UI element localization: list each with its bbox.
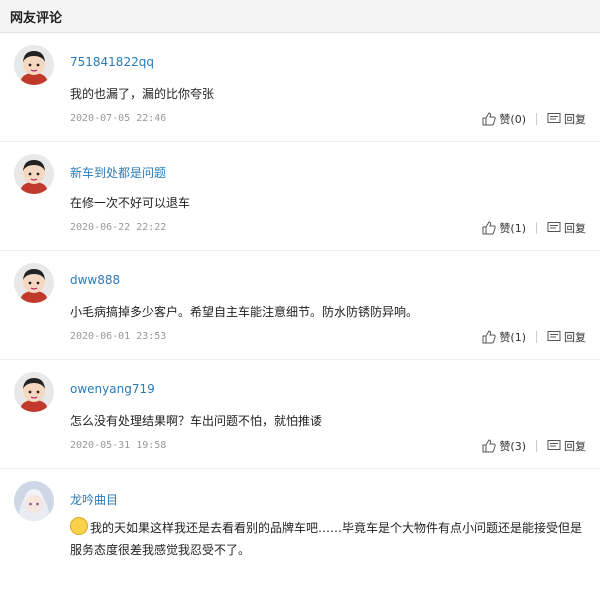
comment-icon — [547, 440, 561, 450]
reply-label: 回复 — [564, 222, 586, 235]
comment-item: 龙吟曲目 我的天如果这样我还是去看看别的品牌车吧……毕竟车是个大物件有点小问题还… — [0, 469, 600, 589]
comment-actions: 赞 (1) 回复 — [482, 329, 586, 345]
like-button[interactable]: 赞 (3) — [482, 438, 526, 454]
reply-button[interactable]: 回复 — [547, 220, 586, 236]
avatar[interactable] — [14, 154, 54, 194]
like-count: (0) — [510, 112, 526, 126]
like-label: 赞 — [499, 113, 511, 126]
avatar[interactable] — [14, 263, 54, 303]
comment-item: 新车到处都是问题 在修一次不好可以退车 2020-06-22 22:22 赞 (… — [0, 142, 600, 251]
comment-text: 我的也漏了，漏的比你夸张 — [70, 87, 215, 101]
cartoon-avatar-icon — [14, 372, 54, 412]
comment-actions: 赞 (0) 回复 — [482, 111, 586, 127]
username-link[interactable]: 751841822qq — [70, 55, 154, 69]
comment-text: 小毛病搞掉多少客户。希望自主车能注意细节。防水防锈防异响。 — [70, 305, 419, 319]
comment-text: 在修一次不好可以退车 — [70, 196, 191, 210]
comment-date: 2020-06-22 22:22 — [70, 222, 167, 233]
reply-label: 回复 — [564, 331, 586, 344]
comment-icon — [547, 113, 561, 123]
like-button[interactable]: 赞 (1) — [482, 329, 526, 345]
avatar[interactable] — [14, 481, 54, 521]
comment-date: 2020-05-31 19:58 — [70, 440, 167, 451]
reply-label: 回复 — [564, 440, 586, 453]
like-button[interactable]: 赞 (1) — [482, 220, 526, 236]
thumbs-up-icon — [482, 221, 497, 235]
username-link[interactable]: dww888 — [70, 273, 120, 287]
comment-icon — [547, 222, 561, 232]
comment-list: 751841822qq 我的也漏了，漏的比你夸张 2020-07-05 22:4… — [0, 33, 600, 589]
like-label: 赞 — [499, 222, 511, 235]
divider — [536, 331, 537, 343]
like-count: (1) — [510, 330, 526, 344]
comment-item: dww888 小毛病搞掉多少客户。希望自主车能注意细节。防水防锈防异响。 202… — [0, 251, 600, 360]
thumbs-up-icon — [482, 112, 497, 126]
cartoon-avatar-icon — [14, 263, 54, 303]
like-label: 赞 — [499, 440, 511, 453]
section-header: 网友评论 — [0, 0, 600, 33]
comment-date: 2020-07-05 22:46 — [70, 113, 167, 124]
reply-button[interactable]: 回复 — [547, 438, 586, 454]
like-label: 赞 — [499, 331, 511, 344]
comment-item: 751841822qq 我的也漏了，漏的比你夸张 2020-07-05 22:4… — [0, 33, 600, 142]
smiley-emoji-icon — [70, 517, 88, 535]
like-count: (1) — [510, 221, 526, 235]
reply-button[interactable]: 回复 — [547, 329, 586, 345]
comment-icon — [547, 331, 561, 341]
comment-text: 我的天如果这样我还是去看看别的品牌车吧……毕竟车是个大物件有点小问题还是能接受但… — [70, 521, 583, 557]
comment-body: 我的天如果这样我还是去看看别的品牌车吧……毕竟车是个大物件有点小问题还是能接受但… — [70, 517, 590, 561]
reply-label: 回复 — [564, 113, 586, 126]
cartoon-avatar-icon — [14, 45, 54, 85]
reply-button[interactable]: 回复 — [547, 111, 586, 127]
like-count: (3) — [510, 439, 526, 453]
anime-avatar-icon — [14, 481, 54, 521]
comment-actions: 赞 (3) 回复 — [482, 438, 586, 454]
username-link[interactable]: 龙吟曲目 — [70, 491, 118, 508]
comment-text: 怎么没有处理结果啊？车出问题不怕，就怕推诿 — [70, 414, 323, 428]
divider — [536, 113, 537, 125]
comment-actions: 赞 (1) 回复 — [482, 220, 586, 236]
divider — [536, 222, 537, 234]
avatar[interactable] — [14, 372, 54, 412]
comment-date: 2020-06-01 23:53 — [70, 331, 167, 342]
username-link[interactable]: owenyang719 — [70, 382, 155, 396]
thumbs-up-icon — [482, 330, 497, 344]
comment-item: owenyang719 怎么没有处理结果啊？车出问题不怕，就怕推诿 2020-0… — [0, 360, 600, 469]
divider — [536, 440, 537, 452]
thumbs-up-icon — [482, 439, 497, 453]
like-button[interactable]: 赞 (0) — [482, 111, 526, 127]
cartoon-avatar-icon — [14, 154, 54, 194]
avatar[interactable] — [14, 45, 54, 85]
section-title: 网友评论 — [10, 10, 63, 26]
username-link[interactable]: 新车到处都是问题 — [70, 164, 166, 181]
